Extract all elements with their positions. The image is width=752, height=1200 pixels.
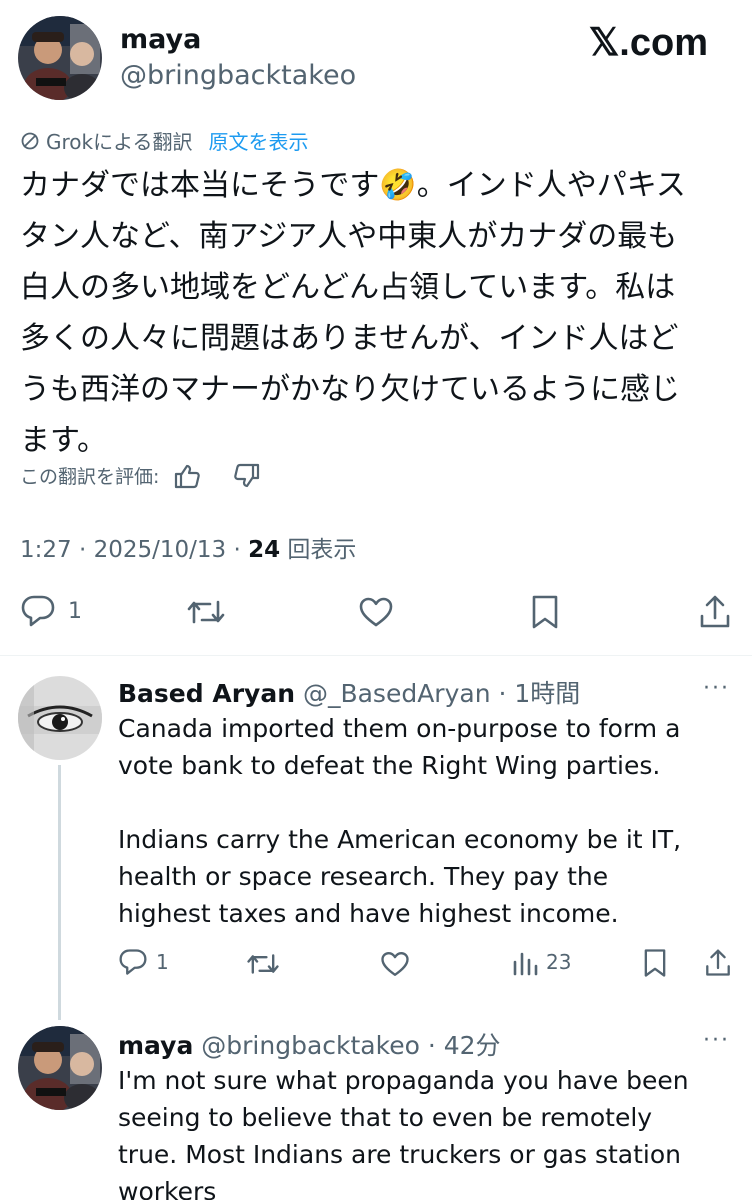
reply-text: Canada imported them on-purpose to form … [118, 710, 730, 932]
show-original-link[interactable]: 原文を表示 [209, 126, 309, 155]
avatar[interactable] [18, 676, 102, 760]
views-icon [512, 948, 538, 976]
bookmark-button[interactable] [530, 594, 560, 630]
reply-button[interactable]: 1 [118, 948, 169, 976]
tweet-action-bar: 1 [0, 588, 752, 638]
views-label: 回表示 [287, 537, 357, 563]
reply-author-handle[interactable]: @_BasedAryan · 1時間 [295, 679, 580, 708]
reply-text-line: Canada imported them on-purpose to form … [118, 714, 681, 743]
reply-button[interactable]: 1 [20, 594, 82, 628]
thumbs-up-icon[interactable] [173, 463, 201, 489]
tweet-timestamp[interactable]: 1:27 · 2025/10/13 · [20, 537, 248, 563]
reply-text-line: highest taxes and have highest income. [118, 899, 619, 928]
tweet-text-line: カナダでは本当にそうです🤣。インド人やパキス [20, 168, 686, 203]
reply-text: I'm not sure what propaganda you have be… [118, 1062, 730, 1200]
share-icon [704, 948, 732, 978]
reply-author-row: maya @bringbacktakeo · 42分 [118, 1026, 501, 1062]
tweet-header: maya @bringbacktakeo 𝕏.com [0, 0, 752, 110]
reply-icon [118, 948, 148, 976]
author-handle[interactable]: @bringbacktakeo [120, 60, 356, 91]
translation-row: Grokによる翻訳 原文を表示 [20, 126, 309, 155]
bookmark-icon [530, 594, 560, 630]
retweet-icon [186, 596, 226, 628]
reply-text-line: true. Most Indians are truckers or gas s… [118, 1140, 681, 1169]
views-button[interactable]: 23 [512, 948, 571, 976]
translate-icon [20, 131, 40, 151]
reply-author-name[interactable]: maya [118, 1031, 193, 1060]
reply-text-line: I'm not sure what propaganda you have be… [118, 1066, 689, 1095]
reply-author-handle[interactable]: @bringbacktakeo · 42分 [193, 1031, 500, 1060]
retweet-button[interactable] [246, 950, 280, 978]
reply-icon [20, 594, 56, 628]
tweet-text-line: タン人など、南アジア人や中東人がカナダの最も [20, 219, 678, 254]
reply-text-line: Indians carry the American economy be it… [118, 825, 682, 854]
thread-line [58, 765, 61, 1020]
thumbs-down-icon[interactable] [233, 463, 261, 489]
view-count: 24 [248, 537, 281, 563]
more-options-button[interactable]: ··· [703, 676, 730, 701]
retweet-button[interactable] [186, 596, 226, 628]
share-button[interactable] [698, 594, 732, 630]
tweet-text-line: ます。 [20, 423, 107, 458]
share-button[interactable] [704, 948, 732, 978]
tweet-text-line: 白人の多い地域をどんどん占領しています。私は [20, 270, 676, 305]
rate-translation-row: この翻訳を評価: [20, 462, 261, 489]
bookmark-button[interactable] [642, 948, 668, 978]
reply-author-row: Based Aryan @_BasedAryan · 1時間 [118, 674, 580, 710]
like-icon [358, 596, 394, 628]
reply-text-line: seeing to believe that to even be remote… [118, 1103, 653, 1132]
tweet-meta: 1:27 · 2025/10/13 · 24 回表示 [20, 530, 356, 564]
more-options-button[interactable]: ··· [703, 1028, 730, 1053]
author-name[interactable]: maya [120, 24, 201, 55]
retweet-icon [246, 950, 280, 978]
reply-author-name[interactable]: Based Aryan [118, 679, 295, 708]
reply-count: 1 [156, 950, 169, 974]
reply-text-line: workers [118, 1177, 217, 1200]
bookmark-icon [642, 948, 668, 978]
rate-label: この翻訳を評価: [20, 466, 160, 488]
avatar[interactable] [18, 1026, 102, 1110]
tweet-text: カナダでは本当にそうです🤣。インド人やパキス タン人など、南アジア人や中東人がカ… [20, 160, 740, 466]
views-count: 23 [546, 950, 572, 974]
share-icon [698, 594, 732, 630]
translation-label: Grokによる翻訳 [46, 130, 193, 154]
tweet-text-line: うも西洋のマナーがかなり欠けているように感じ [20, 372, 680, 407]
x-logo: 𝕏.com [588, 22, 708, 64]
tweet-text-line: 多くの人々に問題はありませんが、インド人はど [20, 321, 679, 356]
reply-text-line: health or space research. They pay the [118, 862, 609, 891]
like-button[interactable] [358, 596, 394, 628]
like-button[interactable] [380, 950, 410, 978]
reply-text-line: vote bank to defeat the Right Wing parti… [118, 751, 661, 780]
avatar[interactable] [18, 16, 102, 100]
like-icon [380, 950, 410, 978]
divider [0, 655, 752, 656]
reply-count: 1 [68, 598, 82, 624]
